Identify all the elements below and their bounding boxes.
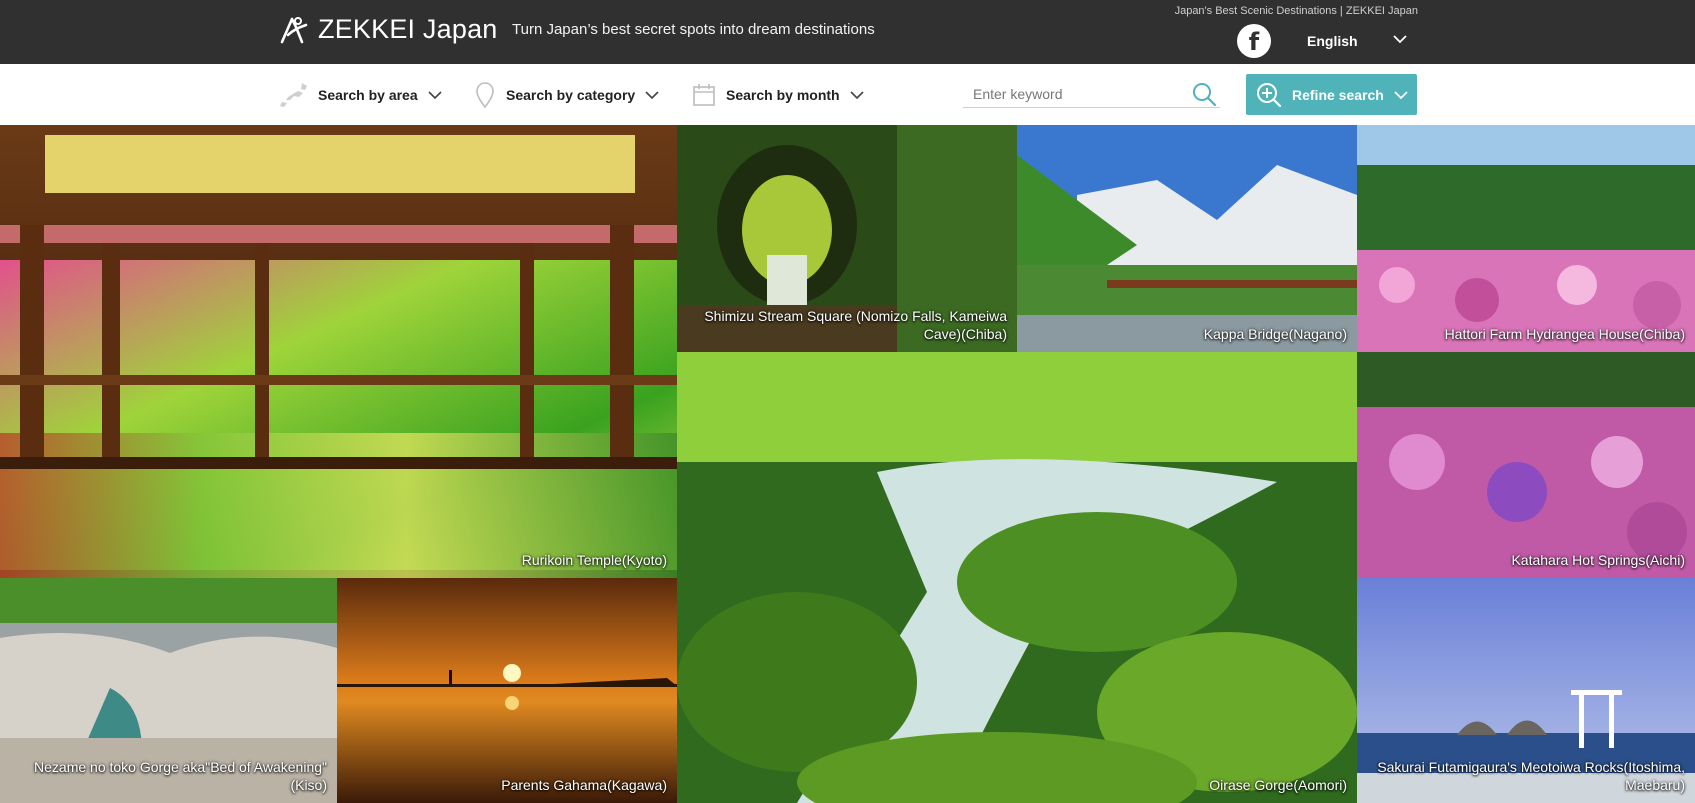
photo-tile-parents-gahama[interactable]: Parents Gahama(Kagawa) (337, 578, 677, 803)
tile-caption: Shimizu Stream Square (Nomizo Falls, Kam… (704, 308, 1007, 342)
language-selector[interactable]: English (1307, 33, 1358, 49)
logo-mark-icon (280, 16, 308, 43)
facebook-icon[interactable]: f (1237, 24, 1271, 58)
photo-tile-rurikoin[interactable]: Rurikoin Temple(Kyoto) (0, 125, 677, 578)
search-by-category-label: Search by category (506, 86, 636, 103)
oirase-photo (677, 352, 1357, 803)
keyword-search-input[interactable] (963, 80, 1220, 108)
tile-caption: Oirase Gorge(Aomori) (1209, 777, 1347, 793)
site-logo[interactable]: ZEKKEI Japan (278, 14, 498, 45)
tile-caption: Nezame no toko Gorge aka"Bed of Awakenin… (34, 759, 327, 793)
search-by-area-dropdown[interactable]: Search by area (278, 64, 442, 125)
chevron-down-icon (428, 90, 442, 99)
top-header: ZEKKEI Japan Turn Japan’s best secret sp… (0, 0, 1695, 64)
tile-caption: Kappa Bridge(Nagano) (1203, 326, 1347, 342)
top-site-link[interactable]: Japan's Best Scenic Destinations | ZEKKE… (1175, 5, 1418, 17)
rurikoin-photo (0, 125, 677, 578)
photo-tile-nezame[interactable]: Nezame no toko Gorge aka"Bed of Awakenin… (0, 578, 337, 803)
kappa-bridge-photo (1017, 125, 1357, 352)
photo-tile-oirase[interactable]: Oirase Gorge(Aomori) (677, 352, 1357, 803)
tile-caption: Rurikoin Temple(Kyoto) (521, 552, 667, 568)
parents-gahama-photo (337, 578, 677, 803)
chevron-down-icon (1394, 90, 1408, 99)
photo-tile-kappa-bridge[interactable]: Kappa Bridge(Nagano) (1017, 125, 1357, 352)
photo-tile-katahara[interactable]: Katahara Hot Springs(Aichi) (1357, 352, 1695, 578)
search-bar: Search by area Search by category Search… (0, 64, 1695, 126)
photo-tile-sakurai-futamigaura[interactable]: Sakurai Futamigaura's Meotoiwa Rocks(Ito… (1357, 578, 1695, 803)
katahara-photo (1357, 352, 1695, 578)
chevron-down-icon[interactable] (1393, 34, 1407, 44)
search-icon[interactable] (1190, 80, 1218, 108)
search-by-month-label: Search by month (726, 86, 840, 103)
chevron-down-icon (850, 90, 864, 99)
site-tagline: Turn Japan’s best secret spots into drea… (512, 21, 875, 38)
photo-tile-shimizu[interactable]: Shimizu Stream Square (Nomizo Falls, Kam… (677, 125, 1017, 352)
photo-tile-hattori-farm[interactable]: Hattori Farm Hydrangea House(Chiba) (1357, 125, 1695, 352)
tile-caption: Sakurai Futamigaura's Meotoiwa Rocks(Ito… (1377, 759, 1685, 793)
tile-caption: Hattori Farm Hydrangea House(Chiba) (1444, 326, 1685, 342)
hattori-farm-photo (1357, 125, 1695, 352)
refine-search-label: Refine search (1292, 86, 1384, 103)
search-by-month-dropdown[interactable]: Search by month (692, 64, 864, 125)
tile-caption: Parents Gahama(Kagawa) (501, 777, 667, 793)
refine-search-button[interactable]: Refine search (1246, 74, 1417, 115)
chevron-down-icon (645, 90, 659, 99)
japan-map-icon (280, 82, 307, 107)
calendar-icon (693, 83, 715, 106)
tile-caption: Katahara Hot Springs(Aichi) (1511, 552, 1685, 568)
logo-text: ZEKKEI Japan (318, 14, 498, 44)
map-pin-icon (476, 81, 494, 108)
zoom-plus-icon (1257, 82, 1282, 107)
search-by-category-dropdown[interactable]: Search by category (474, 64, 659, 125)
search-by-area-label: Search by area (318, 86, 418, 103)
